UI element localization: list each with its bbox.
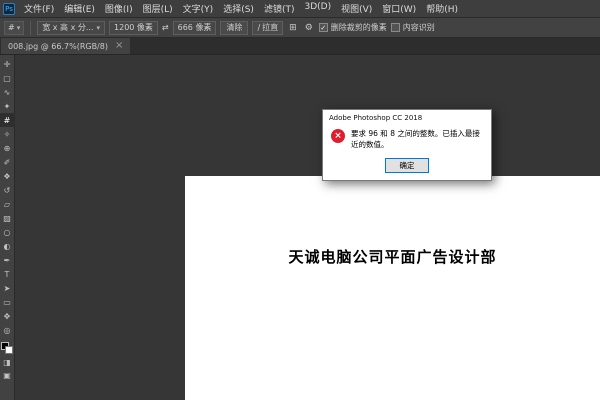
canvas-area[interactable]: 天诚电脑公司平面广告设计部 Adobe Photoshop CC 2018 × … [15, 55, 600, 400]
eraser-tool[interactable]: ▱ [0, 197, 15, 211]
blur-tool[interactable]: ○ [0, 225, 15, 239]
straighten-button[interactable]: ∕ 拉直 [252, 21, 283, 35]
tool-preset-dropdown[interactable]: # ▾ [4, 21, 24, 35]
tool-list: ✛▢∿✦#✧⊕✐❖↺▱▨○◐✒T➤▭✥◎ [0, 57, 15, 337]
tab-bar: 008.jpg @ 66.7%(RGB/8) × [0, 38, 600, 55]
crop-width-field[interactable]: 1200 像素 [109, 21, 158, 35]
ok-button[interactable]: 确定 [385, 158, 429, 173]
clone-stamp-tool[interactable]: ❖ [0, 169, 15, 183]
divider [30, 21, 31, 35]
dialog-title-bar[interactable]: Adobe Photoshop CC 2018 [323, 110, 491, 125]
document-tab[interactable]: 008.jpg @ 66.7%(RGB/8) × [1, 38, 130, 54]
options-bar: # ▾ 宽 x 高 x 分... ▾ 1200 像素 ⇄ 666 像素 清除 ∕… [0, 18, 600, 38]
type-tool[interactable]: T [0, 267, 15, 281]
error-dialog: Adobe Photoshop CC 2018 × 要求 96 和 8 之间的整… [322, 109, 492, 181]
main-area: ✛▢∿✦#✧⊕✐❖↺▱▨○◐✒T➤▭✥◎ ◨ ▣ 天诚电脑公司平面广告设计部 A… [0, 55, 600, 400]
healing-brush-tool[interactable]: ⊕ [0, 141, 15, 155]
pen-tool[interactable]: ✒ [0, 253, 15, 267]
straighten-label: 拉直 [262, 22, 278, 33]
tab-close-icon[interactable]: × [115, 41, 123, 51]
quick-mask-icon[interactable]: ◨ [3, 358, 11, 367]
crop-settings-gear-icon[interactable]: ⚙ [303, 23, 315, 33]
clear-button[interactable]: 清除 [220, 21, 248, 35]
quick-selection-tool[interactable]: ✦ [0, 99, 15, 113]
menu-item[interactable]: 文件(F) [19, 2, 59, 15]
history-brush-tool[interactable]: ↺ [0, 183, 15, 197]
dialog-title: Adobe Photoshop CC 2018 [329, 114, 422, 122]
zoom-tool[interactable]: ◎ [0, 323, 15, 337]
menu-item[interactable]: 帮助(H) [421, 2, 463, 15]
menu-item[interactable]: 3D(D) [299, 2, 336, 15]
crop-tool[interactable]: # [0, 113, 15, 127]
tools-panel: ✛▢∿✦#✧⊕✐❖↺▱▨○◐✒T➤▭✥◎ ◨ ▣ [0, 55, 15, 400]
brush-tool[interactable]: ✐ [0, 155, 15, 169]
swap-dimensions-icon[interactable]: ⇄ [162, 23, 169, 32]
menu-item[interactable]: 选择(S) [218, 2, 259, 15]
menu-item[interactable]: 滤镜(T) [259, 2, 300, 15]
crop-icon: # [8, 23, 15, 32]
crop-ratio-label: 宽 x 高 x 分... [42, 22, 93, 33]
dialog-buttons: 确定 [323, 153, 491, 180]
shape-tool[interactable]: ▭ [0, 295, 15, 309]
color-swatches[interactable] [1, 342, 13, 354]
path-selection-tool[interactable]: ➤ [0, 281, 15, 295]
delete-cropped-pixels-checkbox[interactable]: ✓ 删除裁剪的像素 [319, 22, 387, 33]
content-aware-label: 内容识别 [403, 22, 435, 33]
overlay-options-icon[interactable]: ⊞ [287, 23, 299, 33]
chevron-down-icon: ▾ [17, 24, 21, 32]
gradient-tool[interactable]: ▨ [0, 211, 15, 225]
eyedropper-tool[interactable]: ✧ [0, 127, 15, 141]
chevron-down-icon: ▾ [97, 24, 101, 32]
lasso-tool[interactable]: ∿ [0, 85, 15, 99]
menu-items: 文件(F)编辑(E)图像(I)图层(L)文字(Y)选择(S)滤镜(T)3D(D)… [19, 2, 463, 15]
menu-item[interactable]: 窗口(W) [377, 2, 421, 15]
menu-item[interactable]: 图层(L) [138, 2, 178, 15]
straighten-icon: ∕ [257, 23, 260, 32]
menu-item[interactable]: 编辑(E) [59, 2, 100, 15]
menu-item[interactable]: 图像(I) [100, 2, 138, 15]
menu-item[interactable]: 视图(V) [336, 2, 377, 15]
document-canvas[interactable]: 天诚电脑公司平面广告设计部 [185, 176, 600, 400]
crop-height-field[interactable]: 666 像素 [173, 21, 217, 35]
document-tab-title: 008.jpg @ 66.7%(RGB/8) [8, 42, 108, 51]
marquee-tool[interactable]: ▢ [0, 71, 15, 85]
hand-tool[interactable]: ✥ [0, 309, 15, 323]
content-aware-checkbox[interactable]: 内容识别 [391, 22, 435, 33]
move-tool[interactable]: ✛ [0, 57, 15, 71]
document-text: 天诚电脑公司平面广告设计部 [185, 246, 600, 267]
dodge-tool[interactable]: ◐ [0, 239, 15, 253]
background-color-swatch[interactable] [5, 346, 13, 354]
error-icon: × [331, 129, 345, 143]
photoshop-logo-icon: Ps [3, 3, 15, 15]
checkbox-unchecked-icon [391, 23, 400, 32]
screen-mode-icon[interactable]: ▣ [3, 371, 11, 380]
photoshop-window: Ps 文件(F)编辑(E)图像(I)图层(L)文字(Y)选择(S)滤镜(T)3D… [0, 0, 600, 400]
menu-bar: Ps 文件(F)编辑(E)图像(I)图层(L)文字(Y)选择(S)滤镜(T)3D… [0, 0, 600, 18]
dialog-body: × 要求 96 和 8 之间的整数。已插入最接近的数值。 [323, 125, 491, 153]
delete-cropped-pixels-label: 删除裁剪的像素 [331, 22, 387, 33]
checkbox-checked-icon: ✓ [319, 23, 328, 32]
menu-item[interactable]: 文字(Y) [178, 2, 219, 15]
dialog-message: 要求 96 和 8 之间的整数。已插入最接近的数值。 [351, 129, 483, 151]
crop-ratio-dropdown[interactable]: 宽 x 高 x 分... ▾ [37, 21, 105, 35]
